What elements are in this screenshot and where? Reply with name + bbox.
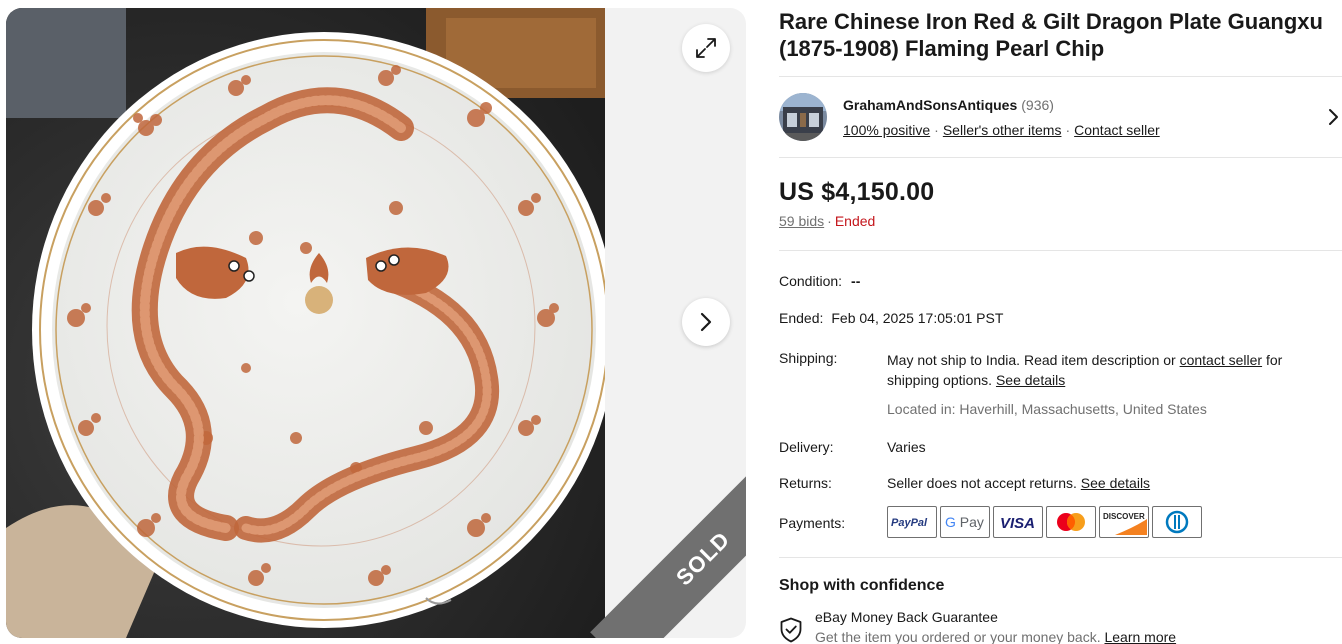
storefront-image (779, 93, 827, 141)
returns-text: Seller does not accept returns. (887, 475, 1081, 491)
positive-feedback-link[interactable]: 100% positive (843, 122, 930, 138)
guarantee-text: Get the item you ordered or your money b… (815, 629, 1105, 644)
condition-label: Condition: (779, 273, 843, 289)
seller-links: 100% positive · Seller's other items · Conta… (843, 122, 1160, 138)
shipping-see-details-link[interactable]: See details (996, 372, 1065, 388)
ended-status: Ended (834, 213, 876, 229)
payments-label: Payments: (779, 515, 846, 531)
seller-name[interactable]: GrahamAndSonsAntiques (843, 97, 1017, 113)
condition-value: -- (851, 273, 861, 289)
money-back-guarantee: eBay Money Back Guarantee Get the item y… (779, 609, 1342, 644)
guarantee-subtitle: Get the item you ordered or your money b… (815, 629, 1176, 644)
payment-methods: PayPal G Pay VISA DISCOVER (887, 506, 1202, 538)
seller-details: GrahamAndSonsAntiques (936) 100% positive… (843, 97, 1160, 138)
mastercard-icon (1046, 506, 1096, 538)
expand-icon (696, 38, 716, 58)
image-gallery: SOLD (6, 8, 746, 638)
shipping-value: May not ship to India. Read item descrip… (887, 350, 1327, 419)
contact-seller-link[interactable]: contact seller (1180, 352, 1262, 368)
divider (779, 557, 1342, 558)
bids-link[interactable]: 59 bids (779, 213, 824, 229)
item-location: Located in: Haverhill, Massachusetts, Un… (887, 401, 1207, 417)
contact-seller-link[interactable]: Contact seller (1074, 122, 1160, 138)
item-info-panel: Rare Chinese Iron Red & Gilt Dragon Plat… (779, 8, 1342, 644)
delivery-label: Delivery: (779, 439, 834, 455)
paypal-icon: PayPal (887, 506, 937, 538)
returns-row: Returns: Seller does not accept returns.… (779, 475, 1342, 491)
payments-row: Payments: PayPal G Pay VISA DISCOVER (779, 506, 1342, 538)
condition-row: Condition: -- (779, 273, 1342, 289)
dragon-plate-image (6, 8, 605, 638)
svg-text:VISA: VISA (1000, 515, 1035, 530)
google-pay-icon: G Pay (940, 506, 990, 538)
svg-text:PayPal: PayPal (891, 517, 928, 529)
svg-text:DISCOVER: DISCOVER (1103, 512, 1145, 521)
seller-avatar[interactable] (779, 93, 827, 141)
bid-status: 59 bids · Ended (779, 213, 1342, 229)
learn-more-link[interactable]: Learn more (1104, 629, 1176, 644)
feedback-count: (936) (1021, 96, 1054, 113)
next-image-button[interactable] (682, 298, 730, 346)
separator: · (827, 213, 832, 229)
chevron-right-icon (700, 312, 712, 332)
separator: · (1065, 121, 1071, 138)
ended-row: Ended: Feb 04, 2025 17:05:01 PST (779, 310, 1342, 326)
guarantee-title: eBay Money Back Guarantee (815, 609, 998, 625)
chevron-right-icon[interactable] (1326, 107, 1342, 127)
delivery-row: Delivery: Varies (779, 439, 1342, 455)
returns-value: Seller does not accept returns. See deta… (887, 475, 1150, 491)
separator: · (934, 121, 939, 138)
svg-text:G Pay: G Pay (945, 514, 984, 530)
returns-label: Returns: (779, 475, 832, 491)
item-title: Rare Chinese Iron Red & Gilt Dragon Plat… (779, 9, 1323, 61)
visa-icon: VISA (993, 506, 1043, 538)
delivery-value: Varies (887, 439, 926, 455)
price: US $4,150.00 (779, 178, 935, 206)
sold-label: SOLD (671, 526, 735, 591)
product-photo[interactable] (6, 8, 605, 638)
sold-ribbon: SOLD (590, 420, 746, 638)
discover-icon: DISCOVER (1099, 506, 1149, 538)
returns-see-details-link[interactable]: See details (1081, 475, 1150, 491)
shield-check-icon (780, 617, 802, 643)
ended-label: Ended: (779, 310, 824, 326)
shipping-row: Shipping: May not ship to India. Read it… (779, 350, 1342, 419)
seller-other-items-link[interactable]: Seller's other items (943, 122, 1062, 138)
price-section: US $4,150.00 59 bids · Ended (779, 158, 1342, 250)
shipping-label: Shipping: (779, 350, 838, 366)
diners-club-icon (1152, 506, 1202, 538)
shipping-text: May not ship to India. Read item descrip… (887, 352, 1180, 368)
seller-card[interactable]: GrahamAndSonsAntiques (936) 100% positive… (779, 77, 1342, 157)
expand-button[interactable] (682, 24, 730, 72)
ended-value: Feb 04, 2025 17:05:01 PST (831, 310, 1004, 326)
confidence-heading: Shop with confidence (779, 577, 945, 594)
divider (779, 250, 1342, 251)
